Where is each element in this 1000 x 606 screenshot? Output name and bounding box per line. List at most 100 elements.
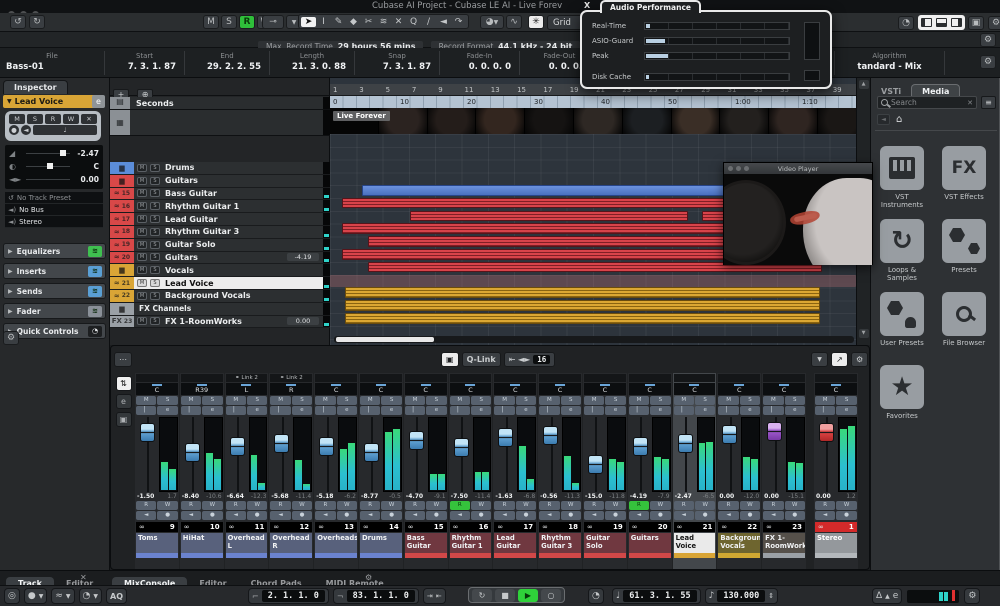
track-mute-button[interactable]: M [137,241,147,249]
channel-insert-state[interactable]: ▏ [181,406,201,415]
line-tool-icon[interactable]: ∕ [421,17,436,27]
channel-solo-button[interactable]: S [292,396,312,405]
monitor-button[interactable]: ◄ [226,511,246,520]
read-automation-button[interactable]: R [226,501,246,510]
edit-channel-icon[interactable]: e [92,95,105,108]
fader-db-value[interactable]: -8.77 [361,493,378,500]
monitor-button[interactable]: ◄ [763,511,783,520]
routing-slot[interactable] [584,374,626,382]
record-enable-button[interactable]: ● [605,511,625,520]
snap-icon[interactable]: ✳ [528,15,544,29]
channel-edit-button[interactable]: e [471,406,491,415]
fader-cap[interactable] [767,422,782,441]
split-tool-icon[interactable]: ✂ [361,17,376,27]
fader-db-value[interactable]: -5.18 [316,493,333,500]
tabs-gear-icon[interactable]: ⚙ [365,573,372,582]
fader-cap[interactable] [230,437,245,456]
monitor-button[interactable]: ◄ [539,511,559,520]
setup-window-icon[interactable]: ▣ [968,16,984,30]
channel-solo-button[interactable]: S [426,396,446,405]
channel-solo-button[interactable]: S [785,396,805,405]
info-value[interactable]: Bass-01 [0,60,104,72]
performance-gauge-icon[interactable]: ◔ [898,16,914,30]
channel-mute-button[interactable]: M [539,396,559,405]
channel-name[interactable]: Rhythm Guitar 3 [539,533,581,553]
mixer-channel-guitars[interactable]: CMS▏e-4.19-7.9RW◄●∞20Guitars [628,373,672,569]
scrub-tool-icon[interactable]: ↷ [451,17,466,27]
track-mute-button[interactable]: M [137,164,147,172]
write-automation-button[interactable]: W [337,501,357,510]
channel-insert-state[interactable]: ▏ [315,406,335,415]
monitor-button[interactable]: ◄ [450,511,470,520]
glue-tool-icon[interactable]: ≋ [376,17,391,27]
section-tag-icon[interactable]: ≋ [88,286,102,297]
channel-edit-button[interactable]: e [740,406,760,415]
monitor-button[interactable]: ◄ [674,511,694,520]
info-value[interactable]: 7. 3. 1. 87 [105,60,184,72]
read-automation-button[interactable]: R [539,501,559,510]
pan-control[interactable]: C [539,383,581,395]
channel-solo-button[interactable]: S [605,396,625,405]
routing-slot[interactable] [539,374,581,382]
fader-db-value[interactable]: -0.56 [540,493,557,500]
info-value[interactable]: 21. 3. 0. 88 [270,60,354,72]
record-enable-button[interactable]: ● [650,511,670,520]
section-tag-icon[interactable]: ≋ [88,246,102,257]
channel-insert-state[interactable]: ▏ [539,406,559,415]
show-faders-icon[interactable]: ⇅ [116,376,132,391]
record-button[interactable]: ○ [541,589,561,602]
monitor-button[interactable]: ◄ [584,511,604,520]
punch-icons[interactable]: ⇥⇤ [423,588,446,604]
left-locator[interactable]: ⌐2. 1. 1. 0 [248,588,329,604]
inspector-list-item[interactable]: ↺No Track Preset [5,192,103,204]
routing-slot[interactable] [815,374,857,382]
midi-rec-mode-button[interactable]: ◔▼ [79,588,102,604]
track-value[interactable]: -4.19 [287,253,319,261]
media-back-icon[interactable]: ◄ [877,114,890,125]
read-automation-button[interactable]: R [629,501,649,510]
section-tag-icon[interactable]: ◔ [88,326,102,337]
write-automation-button[interactable]: W [650,501,670,510]
infoline-gear-icon[interactable]: ⚙ [980,55,996,69]
media-tile-presets[interactable]: Presets [941,219,987,274]
channel-solo-button[interactable]: S [247,396,267,405]
record-enable-button[interactable]: ● [202,511,222,520]
mute-button[interactable]: M [9,114,25,124]
fader-db-value[interactable]: -1.63 [495,493,512,500]
track-row-drums[interactable]: ▆MSDrums [110,162,330,175]
redo-icon[interactable]: ↻ [29,15,45,29]
write-automation-button[interactable]: W [605,501,625,510]
audio-event[interactable] [410,211,688,222]
track-row-fx-1-roomworks[interactable]: FX23MSFX 1-RoomWorks0.00 [110,316,330,329]
write-automation-button[interactable]: W [561,501,581,510]
routing-slot[interactable] [181,374,223,382]
channel-name[interactable]: Rhythm Guitar 1 [450,533,492,553]
fader-lane[interactable] [718,417,741,492]
channel-solo-button[interactable]: S [202,396,222,405]
channel-name[interactable]: Guitar Solo [584,533,626,553]
read-automation-button[interactable]: R [718,501,738,510]
video-player-window[interactable]: Video Player [723,162,873,265]
fader-db-value[interactable]: -15.0 [585,493,602,500]
routing-slot[interactable] [763,374,805,382]
channel-name[interactable]: FX 1-RoomWork [763,533,805,553]
channel-edit-button[interactable]: e [650,406,670,415]
track-solo-button[interactable]: S [150,279,160,287]
info-value[interactable]: 0. 0. 0. 0 [440,60,519,72]
monitor-button[interactable]: ◄ [815,511,835,520]
fader-lane[interactable] [181,417,204,492]
timebase-icon[interactable]: ♩ [33,125,97,135]
channel-solo-button[interactable]: S [516,396,536,405]
edit-icon[interactable]: e [116,394,132,409]
fader-db-value[interactable]: -1.50 [137,493,154,500]
channel-name[interactable]: Drums [360,533,402,553]
inspector-list-item[interactable]: ◄)Stereo [5,216,103,228]
channel-insert-state[interactable]: ▏ [718,406,738,415]
channel-mute-button[interactable]: M [136,396,156,405]
record-enable-icon[interactable]: ● [9,125,19,135]
fader-cap[interactable] [588,455,603,474]
pan-control[interactable]: C [674,383,716,395]
record-enable-button[interactable]: ● [695,511,715,520]
fader-cap[interactable] [409,431,424,450]
routing-slot[interactable] [674,374,716,382]
